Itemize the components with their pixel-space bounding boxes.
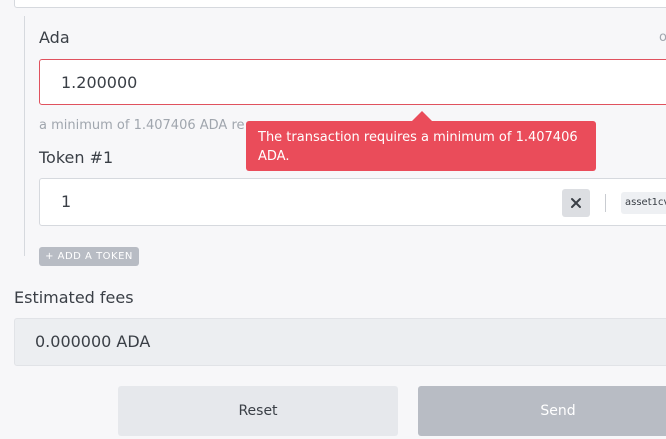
remove-token-button[interactable] (562, 189, 590, 217)
ada-minimum-hint: a minimum of 1.407406 ADA re (39, 118, 245, 133)
ada-amount-input[interactable]: 1.200000 (39, 59, 666, 105)
ada-label: Ada (39, 28, 70, 47)
add-token-button[interactable]: + ADD A TOKEN (39, 247, 139, 266)
reset-button[interactable]: Reset (118, 386, 398, 436)
estimated-fees-value: 0.000000 ADA (14, 318, 666, 366)
token-divider (605, 194, 606, 212)
estimated-fees-label: Estimated fees (14, 288, 134, 307)
token-amount-value: 1 (61, 192, 72, 211)
token-amount-field[interactable]: 1 asset1cv (39, 178, 666, 226)
error-tooltip: The transaction requires a minimum of 1.… (246, 121, 596, 171)
receiver-input[interactable] (14, 0, 666, 8)
token-label: Token #1 (39, 148, 114, 167)
send-button[interactable]: Send (418, 386, 666, 436)
close-icon (570, 194, 582, 213)
ada-right-hint: o (659, 30, 666, 45)
token-asset-select[interactable]: asset1cv (621, 192, 666, 214)
tooltip-arrow (412, 111, 432, 121)
asset-group-divider (24, 16, 25, 256)
send-form: Ada o 1.200000 a minimum of 1.407406 ADA… (0, 0, 666, 439)
